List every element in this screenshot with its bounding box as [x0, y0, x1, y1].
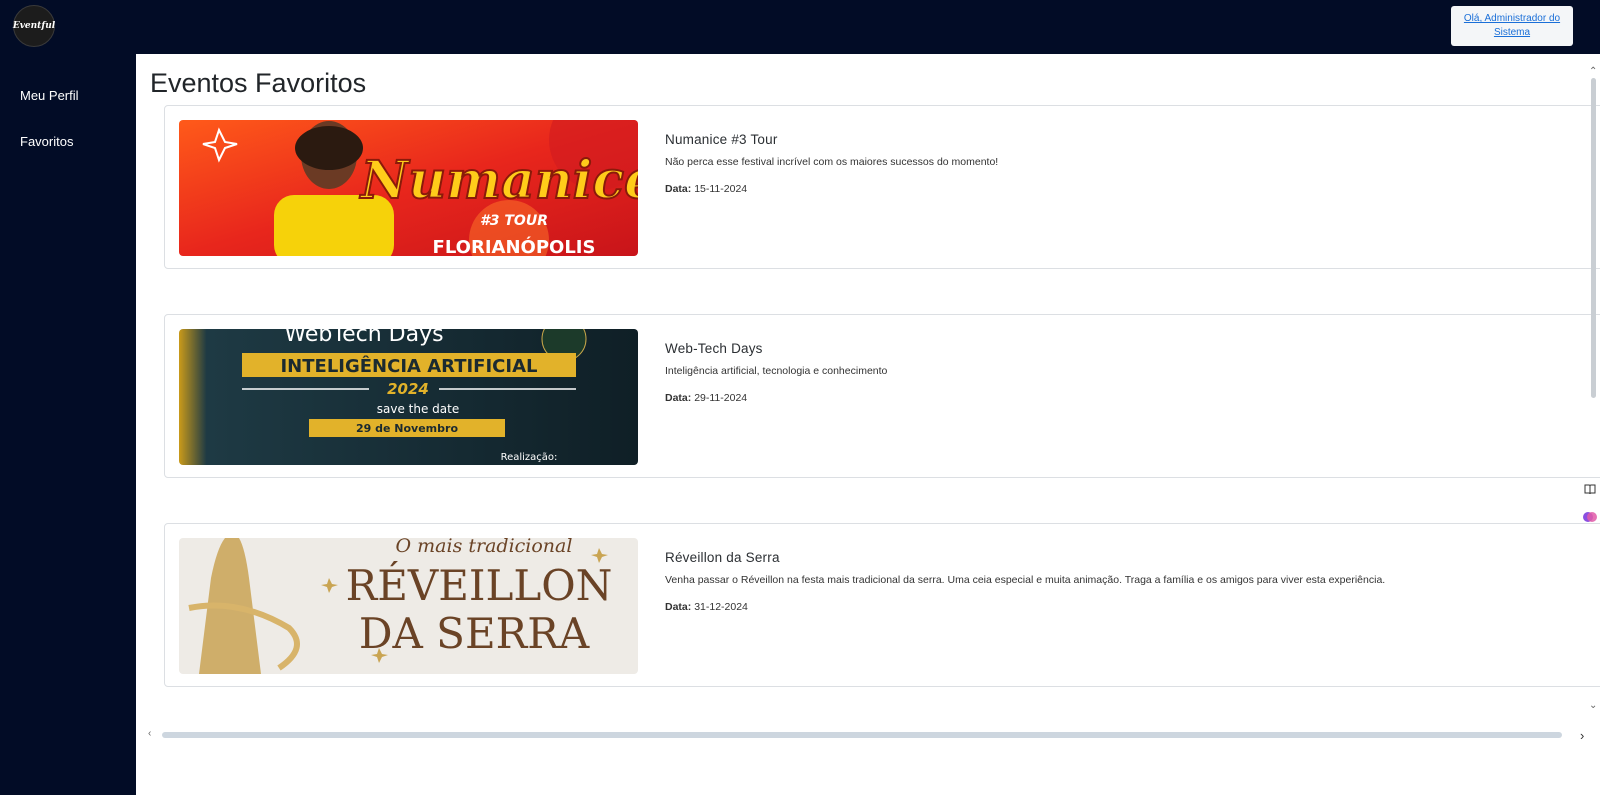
image-banner: INTELIGÊNCIA ARTIFICIAL: [280, 355, 537, 377]
user-menu[interactable]: Olá, Administrador do Sistema: [1451, 6, 1573, 46]
image-line2: DA SERRA: [359, 609, 590, 658]
logo-text: Eventful: [12, 21, 56, 31]
date-label: Data:: [665, 183, 692, 195]
sidebar-item-favoritos[interactable]: Favoritos: [20, 134, 73, 149]
image-footer: Realização:: [501, 452, 558, 463]
image-city: FLORIANÓPOLIS: [433, 236, 596, 256]
event-date: Data: 29-11-2024: [665, 392, 1585, 404]
image-headline: WebTech Days: [284, 329, 443, 347]
scroll-up-arrow-icon[interactable]: ⌃: [1589, 66, 1597, 77]
image-script: O mais tradicional: [396, 538, 573, 557]
event-card[interactable]: Numanice #3 TOUR FLORIANÓPOLIS Numanice …: [164, 105, 1600, 269]
main-content: Eventos Favoritos Numanice #3 TOUR FLORI…: [136, 54, 1600, 795]
event-image[interactable]: O mais tradicional RÉVEILLON DA SERRA: [179, 538, 638, 674]
event-title[interactable]: Réveillon da Serra: [665, 550, 1585, 565]
date-label: Data:: [665, 601, 692, 613]
image-year: 2024: [387, 380, 429, 398]
event-title[interactable]: Numanice #3 Tour: [665, 132, 1585, 147]
image-headline: Numanice: [359, 150, 638, 211]
date-value: 15-11-2024: [694, 183, 748, 195]
event-info: Réveillon da Serra Venha passar o Réveil…: [665, 550, 1585, 613]
event-date: Data: 31-12-2024: [665, 601, 1585, 613]
event-date: Data: 15-11-2024: [665, 183, 1585, 195]
event-description: Inteligência artificial, tecnologia e co…: [665, 365, 888, 377]
image-line1: RÉVEILLON: [346, 560, 613, 610]
event-card[interactable]: O mais tradicional RÉVEILLON DA SERRA Ré…: [164, 523, 1600, 687]
scroll-right-arrow-icon[interactable]: ›: [1580, 728, 1584, 743]
event-description: Não perca esse festival incrível com os …: [665, 156, 999, 168]
page-title: Eventos Favoritos: [150, 68, 367, 98]
image-day: 29 de Novembro: [356, 422, 458, 435]
date-value: 31-12-2024: [694, 601, 748, 613]
brain-icon[interactable]: [1583, 510, 1597, 524]
image-save: save the date: [377, 402, 459, 416]
top-navbar: Eventful Olá, Administrador do Sistema: [0, 0, 1600, 54]
book-icon[interactable]: [1583, 482, 1597, 496]
sidebar: Meu Perfil Favoritos: [0, 54, 136, 795]
event-title[interactable]: Web-Tech Days: [665, 341, 1585, 356]
image-sub: #3 TOUR: [480, 213, 548, 229]
sidebar-item-meu-perfil[interactable]: Meu Perfil: [20, 88, 79, 103]
app-logo[interactable]: Eventful: [13, 5, 55, 47]
event-info: Numanice #3 Tour Não perca esse festival…: [665, 132, 1585, 195]
vertical-scrollbar[interactable]: [1591, 78, 1596, 398]
user-greeting-link[interactable]: Olá, Administrador do Sistema: [1457, 12, 1567, 40]
event-description: Venha passar o Réveillon na festa mais t…: [665, 574, 1386, 586]
scroll-left-arrow-icon[interactable]: ‹: [148, 728, 151, 739]
horizontal-scrollbar[interactable]: [162, 732, 1562, 738]
date-value: 29-11-2024: [694, 392, 748, 404]
scroll-down-arrow-icon[interactable]: ⌄: [1589, 700, 1597, 711]
event-info: Web-Tech Days Inteligência artificial, t…: [665, 341, 1585, 404]
event-image[interactable]: Numanice #3 TOUR FLORIANÓPOLIS: [179, 120, 638, 256]
date-label: Data:: [665, 392, 692, 404]
event-image[interactable]: WebTech Days INTELIGÊNCIA ARTIFICIAL 202…: [179, 329, 638, 465]
event-card[interactable]: WebTech Days INTELIGÊNCIA ARTIFICIAL 202…: [164, 314, 1600, 478]
